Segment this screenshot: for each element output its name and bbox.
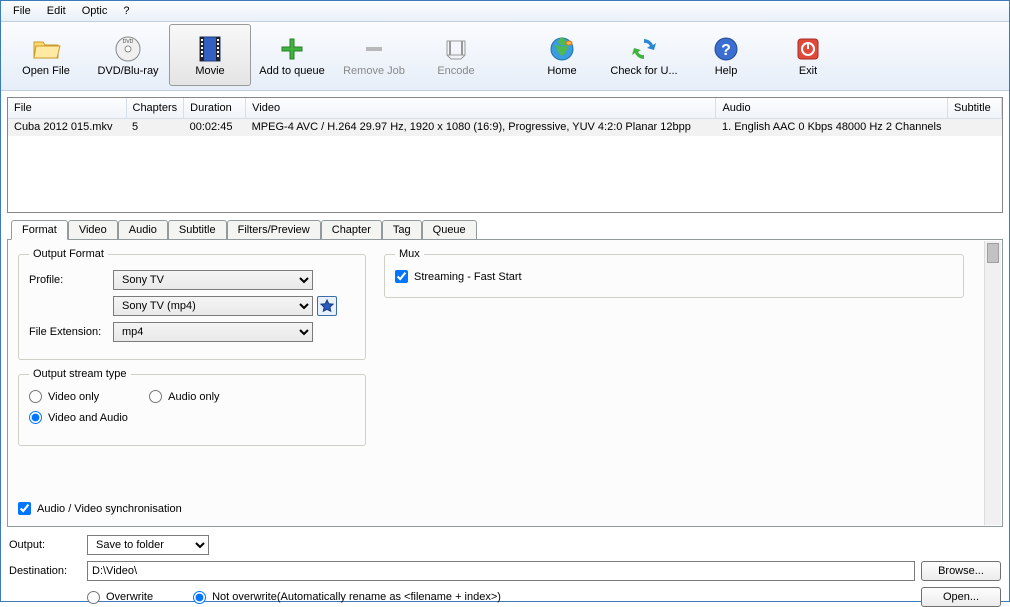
remove-job-button[interactable]: Remove Job bbox=[333, 24, 415, 86]
dvd-label: DVD/Blu-ray bbox=[97, 65, 158, 77]
destination-input[interactable] bbox=[87, 561, 915, 581]
container-select[interactable]: Sony TV (mp4) bbox=[113, 296, 313, 316]
file-list[interactable]: File Chapters Duration Video Audio Subti… bbox=[7, 97, 1003, 213]
video-audio-label: Video and Audio bbox=[48, 412, 128, 424]
disc-icon: DVD bbox=[112, 33, 144, 65]
output-stream-legend: Output stream type bbox=[29, 368, 131, 380]
menu-options[interactable]: Optic bbox=[74, 3, 116, 19]
star-icon bbox=[320, 299, 334, 313]
file-ext-select[interactable]: mp4 bbox=[113, 322, 313, 342]
movie-button[interactable]: Movie bbox=[169, 24, 251, 86]
add-label: Add to queue bbox=[259, 65, 324, 77]
streaming-label: Streaming - Fast Start bbox=[414, 271, 522, 283]
svg-text:DVD: DVD bbox=[123, 39, 134, 45]
av-sync-check[interactable]: Audio / Video synchronisation bbox=[18, 502, 182, 515]
bottom-panel: Output: Save to folder Destination: Brow… bbox=[9, 535, 1001, 607]
menu-help[interactable]: ? bbox=[115, 3, 137, 19]
plus-icon bbox=[276, 33, 308, 65]
exit-icon bbox=[792, 33, 824, 65]
tabs: Format Video Audio Subtitle Filters/Prev… bbox=[11, 219, 1003, 239]
video-only-label: Video only bbox=[48, 391, 99, 403]
menu-edit[interactable]: Edit bbox=[39, 3, 74, 19]
browse-button[interactable]: Browse... bbox=[921, 561, 1001, 581]
output-format-legend: Output Format bbox=[29, 248, 108, 260]
col-subtitle[interactable]: Subtitle bbox=[948, 98, 1002, 118]
tab-chapter[interactable]: Chapter bbox=[321, 220, 382, 240]
minus-icon bbox=[358, 33, 390, 65]
audio-only-radio[interactable]: Audio only bbox=[149, 390, 219, 403]
toolbar: Open File DVD DVD/Blu-ray Movie Add to q… bbox=[1, 22, 1009, 91]
mux-legend: Mux bbox=[395, 248, 424, 260]
col-duration[interactable]: Duration bbox=[184, 98, 246, 118]
open-button[interactable]: Open... bbox=[921, 587, 1001, 607]
cell-audio: 1. English AAC 0 Kbps 48000 Hz 2 Channel… bbox=[716, 118, 948, 136]
file-ext-label: File Extension: bbox=[29, 326, 113, 338]
tab-video[interactable]: Video bbox=[68, 220, 118, 240]
tab-filters[interactable]: Filters/Preview bbox=[227, 220, 321, 240]
open-file-button[interactable]: Open File bbox=[5, 24, 87, 86]
av-sync-label: Audio / Video synchronisation bbox=[37, 503, 182, 515]
menu-bar: File Edit Optic ? bbox=[1, 1, 1009, 22]
tab-format[interactable]: Format bbox=[11, 220, 68, 240]
scrollbar-thumb[interactable] bbox=[987, 243, 999, 263]
not-overwrite-label: Not overwrite(Automatically rename as <f… bbox=[212, 591, 501, 603]
col-video[interactable]: Video bbox=[246, 98, 716, 118]
menu-file[interactable]: File bbox=[5, 3, 39, 19]
cell-duration: 00:02:45 bbox=[184, 118, 246, 136]
col-file[interactable]: File bbox=[8, 98, 126, 118]
destination-label: Destination: bbox=[9, 565, 87, 577]
tab-queue[interactable]: Queue bbox=[422, 220, 477, 240]
video-only-radio[interactable]: Video only bbox=[29, 390, 99, 403]
dvd-bluray-button[interactable]: DVD DVD/Blu-ray bbox=[87, 24, 169, 86]
streaming-check[interactable]: Streaming - Fast Start bbox=[395, 270, 522, 283]
open-file-label: Open File bbox=[22, 65, 70, 77]
help-label: Help bbox=[715, 65, 738, 77]
exit-button[interactable]: Exit bbox=[767, 24, 849, 86]
overwrite-label: Overwrite bbox=[106, 591, 153, 603]
output-format-group: Output Format Profile: Sony TV Sony TV (… bbox=[18, 248, 366, 360]
format-panel: Output Format Profile: Sony TV Sony TV (… bbox=[7, 239, 1003, 527]
check-label: Check for U... bbox=[610, 65, 677, 77]
encode-icon bbox=[440, 33, 472, 65]
check-updates-button[interactable]: Check for U... bbox=[603, 24, 685, 86]
profile-select[interactable]: Sony TV bbox=[113, 270, 313, 290]
remove-label: Remove Job bbox=[343, 65, 405, 77]
video-and-audio-radio[interactable]: Video and Audio bbox=[29, 411, 128, 424]
add-to-queue-button[interactable]: Add to queue bbox=[251, 24, 333, 86]
output-stream-group: Output stream type Video only Audio only… bbox=[18, 368, 366, 446]
tab-audio[interactable]: Audio bbox=[118, 220, 168, 240]
cell-file: Cuba 2012 015.mkv bbox=[8, 118, 126, 136]
cell-video: MPEG-4 AVC / H.264 29.97 Hz, 1920 x 1080… bbox=[246, 118, 716, 136]
col-chapters[interactable]: Chapters bbox=[126, 98, 184, 118]
globe-icon bbox=[546, 33, 578, 65]
cell-chapters: 5 bbox=[126, 118, 184, 136]
folder-open-icon bbox=[30, 33, 62, 65]
output-select[interactable]: Save to folder bbox=[87, 535, 209, 555]
col-audio[interactable]: Audio bbox=[716, 98, 948, 118]
cell-subtitle bbox=[948, 118, 1002, 136]
output-label: Output: bbox=[9, 539, 87, 551]
svg-text:?: ? bbox=[721, 42, 731, 59]
film-icon bbox=[194, 33, 226, 65]
encode-label: Encode bbox=[437, 65, 474, 77]
home-label: Home bbox=[547, 65, 576, 77]
mux-group: Mux Streaming - Fast Start bbox=[384, 248, 964, 298]
favorite-button[interactable] bbox=[317, 296, 337, 316]
tab-subtitle[interactable]: Subtitle bbox=[168, 220, 227, 240]
profile-label: Profile: bbox=[29, 274, 113, 286]
help-button[interactable]: ? Help bbox=[685, 24, 767, 86]
table-row[interactable]: Cuba 2012 015.mkv 5 00:02:45 MPEG-4 AVC … bbox=[8, 118, 1002, 136]
panel-scrollbar[interactable] bbox=[984, 241, 1001, 525]
exit-label: Exit bbox=[799, 65, 817, 77]
refresh-icon bbox=[628, 33, 660, 65]
audio-only-label: Audio only bbox=[168, 391, 219, 403]
encode-button[interactable]: Encode bbox=[415, 24, 497, 86]
tab-tag[interactable]: Tag bbox=[382, 220, 422, 240]
home-button[interactable]: Home bbox=[521, 24, 603, 86]
help-icon: ? bbox=[710, 33, 742, 65]
movie-label: Movie bbox=[195, 65, 224, 77]
